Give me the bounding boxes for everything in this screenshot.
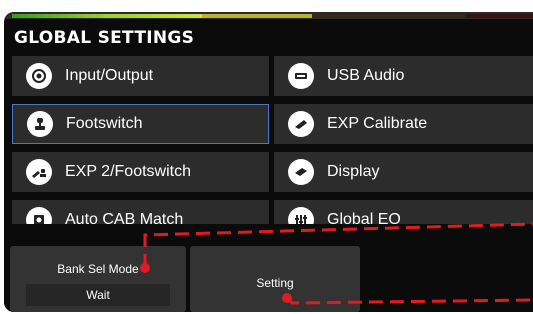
menu-item-label: Display	[327, 163, 380, 180]
display-icon	[288, 159, 314, 185]
setting-label: Setting	[256, 276, 294, 290]
level-meter-red	[466, 14, 533, 18]
setting-button[interactable]: Setting	[190, 246, 360, 312]
pedal-footswitch-icon	[26, 159, 52, 185]
level-meter-green	[12, 14, 202, 18]
menu-item-footswitch[interactable]: Footswitch	[12, 104, 269, 144]
page-title: GLOBAL SETTINGS	[14, 28, 195, 48]
menu-item-usb-audio[interactable]: USB Audio	[274, 56, 533, 96]
menu-item-label: Footswitch	[66, 115, 143, 132]
menu-item-exp-calibrate[interactable]: EXP Calibrate	[274, 104, 533, 144]
bank-sel-mode-label: Bank Sel Mode	[57, 262, 139, 276]
level-meter-orange	[314, 14, 464, 18]
bank-sel-mode-button[interactable]: Bank Sel Mode Wait	[10, 246, 186, 312]
menu-item-display[interactable]: Display	[274, 152, 533, 192]
level-meter-yellow	[202, 14, 312, 18]
expression-pedal-icon	[288, 111, 314, 137]
knob-icon	[26, 63, 52, 89]
menu-item-input-output[interactable]: Input/Output	[12, 56, 269, 96]
menu-item-label: EXP Calibrate	[327, 115, 428, 132]
level-meter-bar	[4, 12, 533, 19]
bottom-panel: Bank Sel Mode Wait Setting	[4, 224, 533, 312]
footswitch-icon	[27, 111, 53, 137]
menu-item-label: USB Audio	[327, 67, 405, 84]
bank-sel-mode-value: Wait	[26, 284, 170, 306]
device-screen: GLOBAL SETTINGS Input/Output USB Audio F…	[4, 12, 533, 312]
menu-item-exp2-footswitch[interactable]: EXP 2/Footswitch	[12, 152, 269, 192]
menu-item-label: EXP 2/Footswitch	[65, 163, 191, 180]
menu-item-label: Input/Output	[65, 67, 154, 84]
usb-icon	[288, 63, 314, 89]
